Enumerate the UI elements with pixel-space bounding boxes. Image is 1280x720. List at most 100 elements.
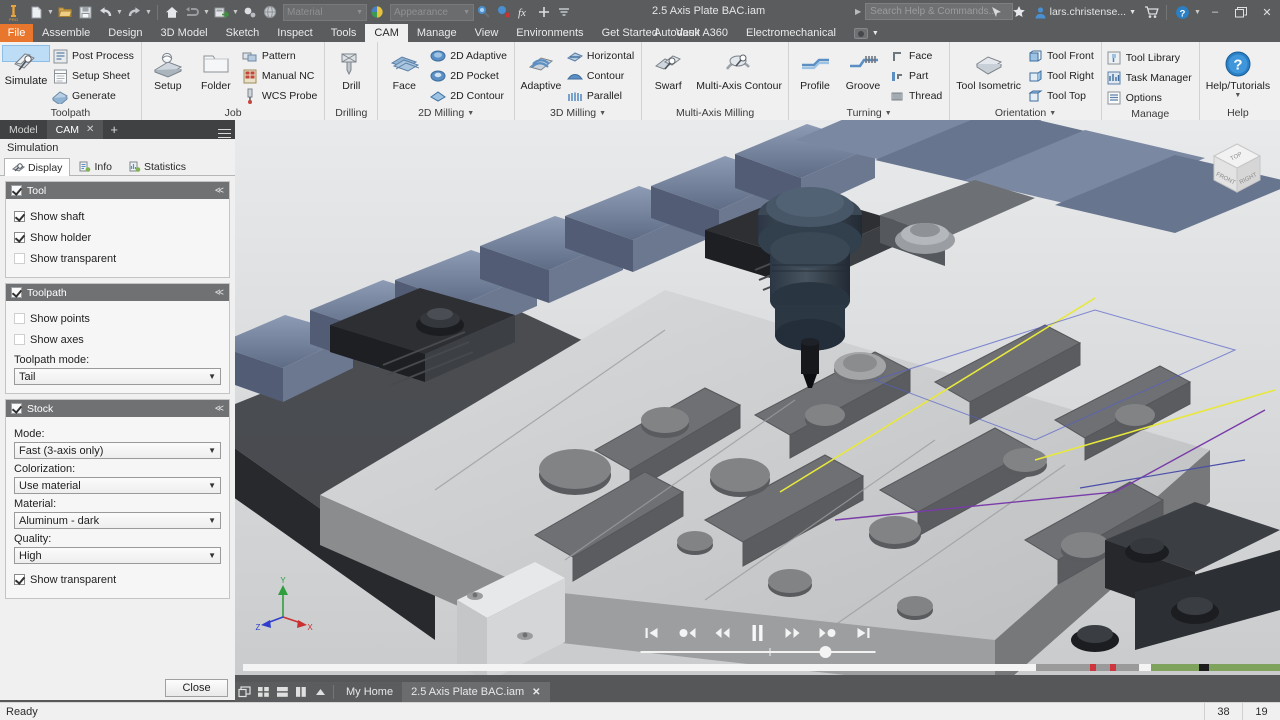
appearance-sphere-icon[interactable] [367,2,387,22]
2d-pocket-button[interactable]: 2D Pocket [428,66,512,86]
section-tool-header[interactable]: Tool ≪ [6,182,229,199]
3d-viewport[interactable]: TOP FRONT RIGHT Y X Z [235,120,1280,675]
appearance-selector[interactable]: Appearance ▼ [390,4,474,21]
drill-button[interactable]: Drill [327,45,375,94]
redo-dropdown-icon[interactable]: ▼ [144,9,153,16]
browser-tab-cam[interactable]: CAM ✕ [47,120,104,139]
adaptive-button[interactable]: Adaptive [517,45,565,94]
2d-adaptive-button[interactable]: 2D Adaptive [428,46,512,66]
tab-3d-model[interactable]: 3D Model [152,24,217,42]
grid-view-button[interactable] [254,682,273,702]
undo-arrow-icon[interactable] [95,2,115,22]
close-button[interactable]: ✕ [1254,0,1280,24]
horizontal-button[interactable]: Horizontal [565,46,639,66]
new-document-icon[interactable] [26,2,46,22]
signin-status-icon[interactable] [986,0,1008,24]
show-axes-checkbox[interactable] [14,334,25,345]
browser-tab-model[interactable]: Model [0,120,47,139]
skip-to-end-button[interactable] [851,623,875,643]
section-stock-header[interactable]: Stock ≪ [6,400,229,417]
simulate-button[interactable]: Simulate [2,45,50,62]
adjust-appearance-icon[interactable] [474,2,494,22]
2d-contour-button[interactable]: 2D Contour [428,86,512,106]
tab-view[interactable]: View [466,24,508,42]
tab-sketch[interactable]: Sketch [217,24,269,42]
chevron-down-icon[interactable]: ▼ [599,110,606,117]
turn-thread-button[interactable]: Thread [887,86,947,106]
viewcube[interactable]: TOP FRONT RIGHT [1206,138,1268,200]
generate-button[interactable]: Generate [50,86,139,106]
previous-operation-button[interactable] [675,623,699,643]
cart-icon[interactable] [1140,0,1162,24]
operation-timeline[interactable] [243,664,1280,671]
turn-part-button[interactable]: Part [887,66,947,86]
favorites-star-icon[interactable] [1008,0,1030,24]
section-toolpath-header[interactable]: Toolpath ≪ [6,284,229,301]
folder-button[interactable]: Folder [192,45,240,94]
swarf-button[interactable]: Swarf [644,45,692,94]
collapse-icon[interactable]: ≪ [215,186,224,195]
redo-arrow-icon[interactable] [124,2,144,22]
tab-tools[interactable]: Tools [322,24,366,42]
maximize-button[interactable] [1228,0,1254,24]
material-select[interactable]: Aluminum - dark ▼ [14,512,221,529]
tab-assemble[interactable]: Assemble [33,24,99,42]
tab-electromechanical[interactable]: Electromechanical [737,27,845,39]
return-icon[interactable] [182,2,202,22]
tab-info[interactable]: Info [70,157,120,175]
section-tool-checkbox[interactable] [11,185,22,196]
task-manager-button[interactable]: Task Manager [1104,68,1197,88]
slider-knob[interactable] [820,646,832,658]
pause-button[interactable] [745,623,769,643]
update-icon[interactable] [211,2,231,22]
clear-appearance-icon[interactable] [494,2,514,22]
chevron-down-icon[interactable]: ▼ [467,110,474,117]
tool-library-button[interactable]: Tool Library [1104,48,1197,68]
show-points-checkbox[interactable] [14,313,25,324]
save-disk-icon[interactable] [75,2,95,22]
multi-axis-contour-button[interactable]: Multi-Axis Contour [692,45,786,94]
section-toolpath-checkbox[interactable] [11,287,22,298]
collapse-icon[interactable]: ≪ [215,288,224,297]
close-icon[interactable]: ✕ [532,687,540,698]
close-icon[interactable]: ✕ [86,124,94,135]
contour-3d-button[interactable]: Contour [565,66,639,86]
chevron-down-icon[interactable]: ▼ [1049,110,1056,117]
help-tutorials-button[interactable]: ? Help/Tutorials ▼ [1202,45,1274,101]
chevron-down-icon[interactable]: ▼ [885,110,892,117]
expand-tabs-button[interactable] [311,682,330,702]
turn-face-button[interactable]: Face [887,46,947,66]
tab-environments[interactable]: Environments [507,24,592,42]
tab-autodesk-a360[interactable]: Autodesk A360 [645,27,737,39]
face-button[interactable]: Face [380,45,428,94]
sphere-icon[interactable] [260,2,280,22]
show-transparent-tool-checkbox[interactable] [14,253,25,264]
pattern-button[interactable]: Pattern [240,46,322,66]
wcs-probe-button[interactable]: WCS Probe [240,86,322,106]
rewind-button[interactable] [710,623,734,643]
quality-select[interactable]: High ▼ [14,547,221,564]
checkbox-show-axes[interactable]: Show axes [14,329,221,350]
new-document-dropdown-icon[interactable]: ▼ [46,9,55,16]
post-process-button[interactable]: Post Process [50,46,139,66]
home-icon[interactable] [162,2,182,22]
help-circle-icon[interactable]: ? [1171,0,1193,24]
checkbox-show-shaft[interactable]: Show shaft [14,206,221,227]
open-folder-icon[interactable] [55,2,75,22]
toolpath-mode-select[interactable]: Tail ▼ [14,368,221,385]
screencast-button[interactable]: ▼ [845,28,888,39]
stock-mode-select[interactable]: Fast (3-axis only) ▼ [14,442,221,459]
tab-display[interactable]: Display [4,158,70,176]
minimize-button[interactable]: – [1202,0,1228,24]
fx-parameters-icon[interactable]: fx [514,2,534,22]
parameters-icon[interactable] [240,2,260,22]
close-button[interactable]: Close [165,679,228,697]
setup-sheet-button[interactable]: Setup Sheet [50,66,139,86]
parallel-button[interactable]: Parallel [565,86,639,106]
checkbox-show-transparent-tool[interactable]: Show transparent [14,248,221,269]
doctab-active-document[interactable]: 2.5 Axis Plate BAC.iam ✕ [402,682,550,702]
show-shaft-checkbox[interactable] [14,211,25,222]
qat-overflow-icon[interactable] [554,2,574,22]
inventor-pro-logo[interactable]: PRO [0,0,26,24]
doctab-my-home[interactable]: My Home [337,682,402,702]
